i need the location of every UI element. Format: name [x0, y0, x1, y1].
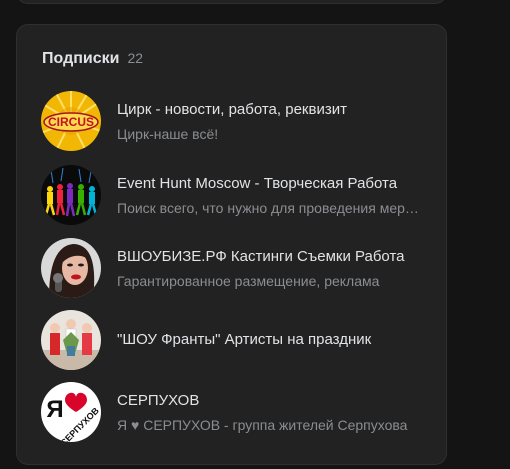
- subscription-desc: Я ♥ СЕРПУХОВ - группа жителей Серпухова: [117, 416, 408, 433]
- previous-card: [16, 0, 447, 4]
- subscription-desc: Гарантированное размещение, реклама: [117, 272, 380, 289]
- avatar-circus[interactable]: CIRCUS: [41, 91, 101, 151]
- circus-logo-text: CIRCUS: [48, 115, 94, 129]
- subscription-name[interactable]: Event Hunt Moscow - Творческая Работа: [117, 174, 423, 194]
- subscription-desc: Цирк-наше всё!: [117, 125, 219, 142]
- subscription-name[interactable]: ВШОУБИЗЕ.РФ Кастинги Съемки Работа: [117, 247, 423, 267]
- subscriptions-card: Подписки 22 CIRCUS Цирк - новости, работ…: [16, 24, 447, 465]
- subscription-item-show-franty[interactable]: "ШОУ Франты" Артисты на праздник: [25, 307, 439, 373]
- performers-photo-icon: [41, 310, 101, 370]
- avatar-event-hunt[interactable]: [41, 165, 101, 225]
- subscriptions-header[interactable]: Подписки 22: [42, 50, 143, 70]
- subscription-name[interactable]: "ШОУ Франты" Артисты на праздник: [117, 330, 423, 350]
- subscription-item-serpukhov[interactable]: Я СЕРПУХОВ СЕРПУХОВ Я ♥ СЕРПУХОВ - групп…: [25, 379, 439, 445]
- subscriptions-title[interactable]: Подписки: [42, 50, 119, 68]
- subscription-desc: Поиск всего, что нужно для проведения ме…: [117, 199, 423, 216]
- circus-logo-icon: CIRCUS: [41, 91, 101, 151]
- singer-portrait-icon: [41, 238, 101, 298]
- subscriptions-count: 22: [127, 50, 144, 66]
- avatar-vshoubize[interactable]: [41, 238, 101, 298]
- avatar-serpukhov[interactable]: Я СЕРПУХОВ: [41, 382, 101, 442]
- i-love-serpukhov-logo-icon: Я СЕРПУХОВ: [41, 382, 101, 442]
- subscription-item-circus[interactable]: CIRCUS Цирк - новости, работа, реквизит …: [25, 88, 439, 154]
- subscription-item-event-hunt[interactable]: Event Hunt Moscow - Творческая Работа По…: [25, 162, 439, 228]
- subscription-name[interactable]: СЕРПУХОВ: [117, 391, 423, 411]
- dancers-icon: [41, 165, 101, 225]
- logo-letter: Я: [46, 396, 63, 423]
- avatar-show-franty[interactable]: [41, 310, 101, 370]
- subscription-item-vshoubize[interactable]: ВШОУБИЗЕ.РФ Кастинги Съемки Работа Гаран…: [25, 235, 439, 301]
- subscription-name[interactable]: Цирк - новости, работа, реквизит: [117, 100, 423, 120]
